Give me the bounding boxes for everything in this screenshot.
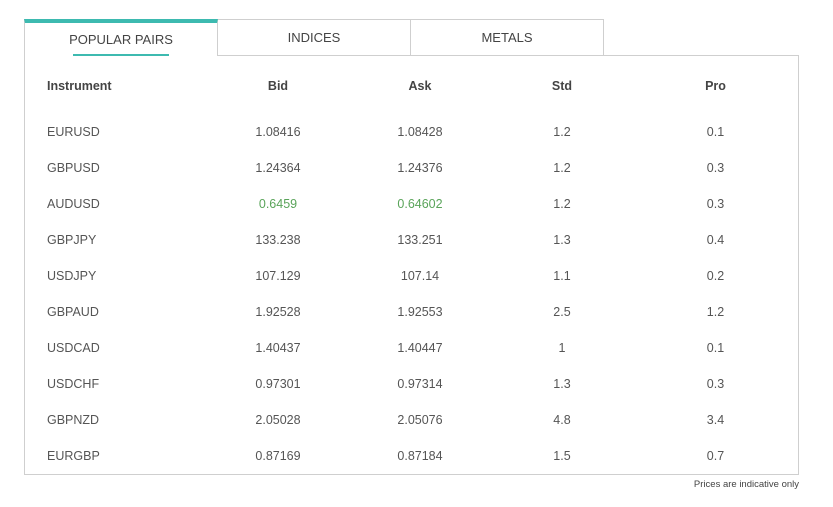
cell-std: 1.3 (553, 377, 571, 391)
tab-popular-pairs-label: POPULAR PAIRS (69, 32, 173, 47)
cell-instrument: GBPAUD (47, 305, 99, 319)
cell-instrument: GBPNZD (47, 413, 100, 427)
table-row: GBPUSD 1.24364 1.24376 1.2 0.3 (25, 150, 798, 186)
cell-ask: 2.05076 (397, 413, 443, 427)
cell-pro: 0.3 (706, 377, 725, 391)
cell-pro: 0.3 (706, 161, 725, 175)
cell-pro: 3.4 (706, 413, 725, 427)
cell-bid: 0.6459 (258, 197, 298, 211)
tab-bar: POPULAR PAIRS INDICES METALS (24, 19, 605, 56)
cell-pro: 0.1 (706, 125, 725, 139)
cell-pro: 0.7 (706, 449, 725, 463)
table-row: USDCHF 0.97301 0.97314 1.3 0.3 (25, 366, 798, 402)
cell-bid: 0.97301 (255, 377, 301, 391)
prices-table: Instrument Bid Ask Std Pro EURUSD 1.08416… (25, 56, 798, 474)
cell-std: 1.3 (553, 233, 571, 247)
prices-panel: Instrument Bid Ask Std Pro EURUSD 1.08416… (24, 55, 799, 475)
cell-instrument: EURGBP (47, 449, 100, 463)
cell-std: 1.5 (553, 449, 571, 463)
cell-instrument: EURUSD (47, 125, 100, 139)
tab-indices[interactable]: INDICES (217, 19, 411, 55)
cell-ask: 0.87184 (397, 449, 443, 463)
table-row: GBPNZD 2.05028 2.05076 4.8 3.4 (25, 402, 798, 438)
tab-metals[interactable]: METALS (410, 19, 604, 55)
active-tab-underline (73, 54, 169, 56)
cell-bid: 133.238 (255, 233, 301, 247)
cell-instrument: USDJPY (47, 269, 97, 283)
cell-bid: 1.40437 (255, 341, 301, 355)
disclaimer-note: Prices are indicative only (693, 479, 799, 490)
cell-bid: 1.08416 (255, 125, 301, 139)
cell-std: 1.2 (553, 161, 571, 175)
cell-std: 4.8 (553, 413, 571, 427)
cell-pro: 1.2 (706, 305, 725, 319)
cell-ask: 1.92553 (397, 305, 443, 319)
header-instrument: Instrument (47, 79, 112, 93)
tab-popular-pairs[interactable]: POPULAR PAIRS (24, 19, 218, 56)
cell-instrument: GBPJPY (47, 233, 97, 247)
cell-instrument: AUDUSD (47, 197, 100, 211)
cell-bid: 1.92528 (255, 305, 301, 319)
cell-instrument: GBPUSD (47, 161, 100, 175)
table-row: USDCAD 1.40437 1.40447 1 0.1 (25, 330, 798, 366)
table-header-row: Instrument Bid Ask Std Pro (25, 56, 798, 114)
cell-ask: 107.14 (400, 269, 440, 283)
cell-ask: 133.251 (397, 233, 443, 247)
header-std: Std (551, 79, 573, 93)
cell-pro: 0.2 (706, 269, 725, 283)
cell-pro: 0.1 (706, 341, 725, 355)
cell-ask: 1.08428 (397, 125, 443, 139)
table-row: AUDUSD 0.6459 0.64602 1.2 0.3 (25, 186, 798, 222)
table-row: EURUSD 1.08416 1.08428 1.2 0.1 (25, 114, 798, 150)
cell-std: 1.2 (553, 197, 571, 211)
cell-bid: 2.05028 (255, 413, 301, 427)
cell-ask: 0.64602 (397, 197, 443, 211)
cell-ask: 1.40447 (397, 341, 443, 355)
cell-instrument: USDCAD (47, 341, 100, 355)
header-pro: Pro (705, 79, 726, 93)
cell-instrument: USDCHF (47, 377, 100, 391)
cell-ask: 0.97314 (397, 377, 443, 391)
table-row: EURGBP 0.87169 0.87184 1.5 0.7 (25, 438, 798, 474)
cell-bid: 0.87169 (255, 449, 301, 463)
table-row: GBPAUD 1.92528 1.92553 2.5 1.2 (25, 294, 798, 330)
header-ask: Ask (408, 79, 432, 93)
tab-metals-label: METALS (481, 30, 533, 45)
cell-ask: 1.24376 (397, 161, 443, 175)
table-body: EURUSD 1.08416 1.08428 1.2 0.1 GBPUSD 1.24364 1… (25, 114, 798, 474)
table-row: USDJPY 107.129 107.14 1.1 0.2 (25, 258, 798, 294)
cell-std: 1.1 (553, 269, 571, 283)
cell-pro: 0.3 (706, 197, 725, 211)
table-row: GBPJPY 133.238 133.251 1.3 0.4 (25, 222, 798, 258)
cell-bid: 1.24364 (255, 161, 301, 175)
cell-std: 1.2 (553, 125, 571, 139)
header-bid: Bid (267, 79, 289, 93)
cell-pro: 0.4 (706, 233, 725, 247)
cell-std: 2.5 (553, 305, 571, 319)
tab-indices-label: INDICES (287, 30, 341, 45)
cell-std: 1 (558, 341, 566, 355)
cell-bid: 107.129 (255, 269, 301, 283)
